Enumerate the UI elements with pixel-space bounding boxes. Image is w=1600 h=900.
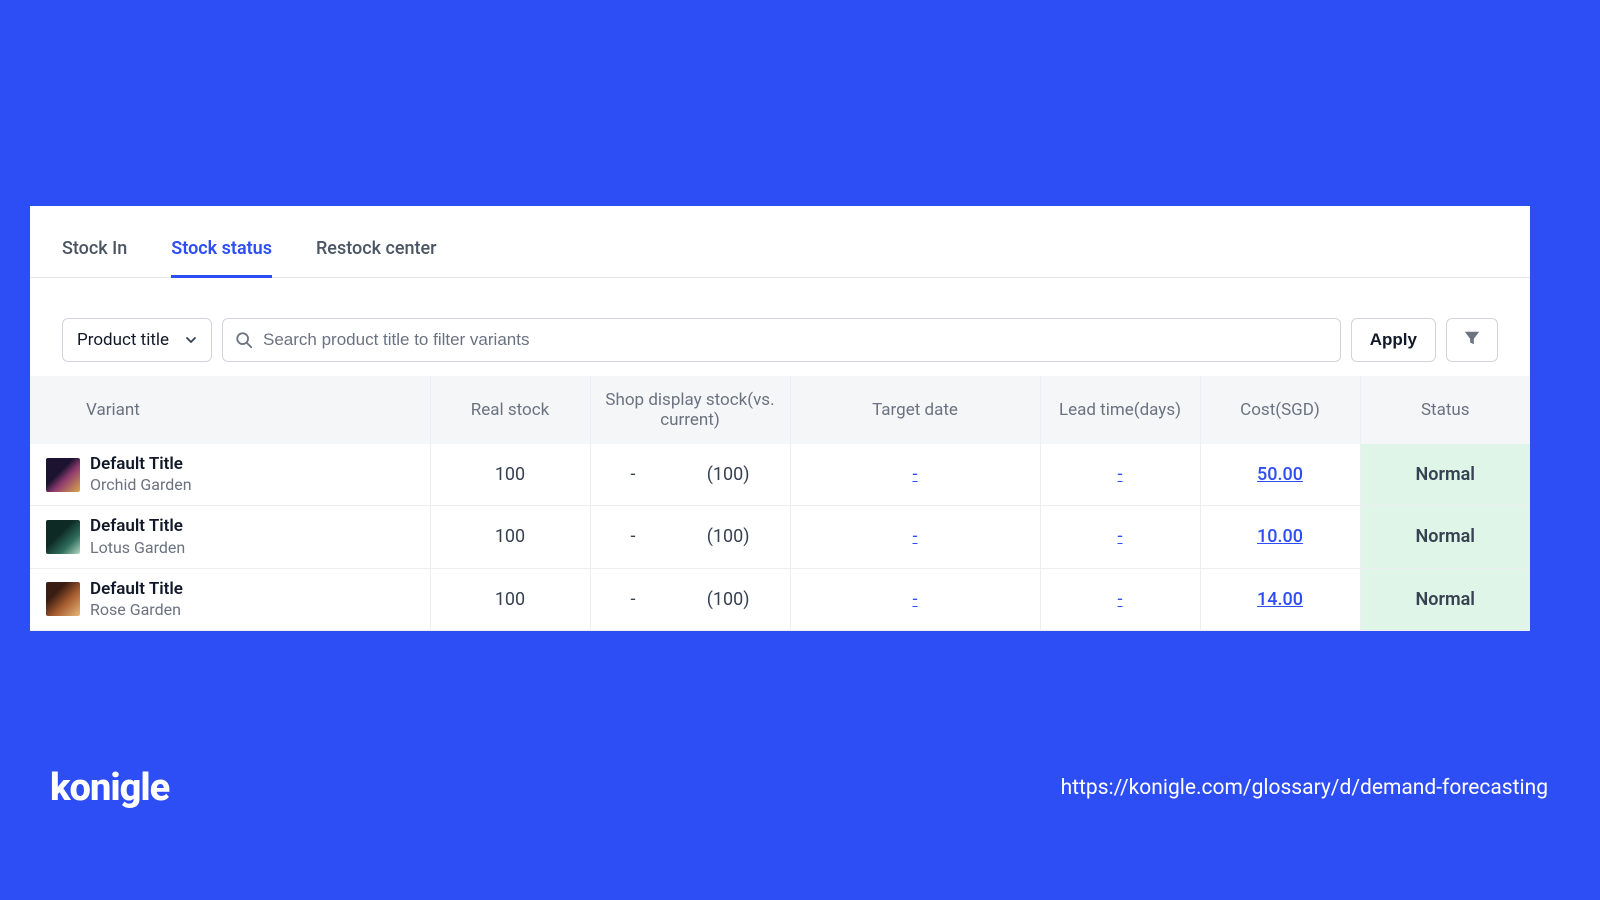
col-lead-time: Lead time(days) (1040, 376, 1200, 444)
tab-stock-in[interactable]: Stock In (62, 230, 127, 278)
variant-title: Default Title (90, 579, 183, 600)
target-date-cell: - (790, 568, 1040, 630)
stock-panel: Stock In Stock status Restock center Pro… (30, 206, 1530, 631)
brand-logo: konigle (50, 766, 169, 810)
display-stock-right: (100) (707, 589, 750, 610)
col-display-stock: Shop display stock(vs. current) (590, 376, 790, 444)
tab-bar: Stock In Stock status Restock center (30, 230, 1530, 278)
variant-cell: Default Title Rose Garden (30, 568, 430, 630)
advanced-filter-button[interactable] (1446, 318, 1498, 362)
filter-field-label: Product title (77, 330, 169, 350)
table-row: Default Title Orchid Garden 100 - (100) … (30, 444, 1530, 506)
display-stock-right: (100) (707, 464, 750, 485)
target-date-link[interactable]: - (913, 526, 918, 547)
variant-cell: Default Title Orchid Garden (30, 444, 430, 506)
stock-table: Variant Real stock Shop display stock(vs… (30, 376, 1530, 631)
real-stock-value: 100 (430, 444, 590, 506)
col-real-stock: Real stock (430, 376, 590, 444)
cost-cell: 14.00 (1200, 568, 1360, 630)
display-stock-cell: - (100) (590, 506, 790, 568)
filter-field-select[interactable]: Product title (62, 318, 212, 362)
variant-cell: Default Title Lotus Garden (30, 506, 430, 568)
display-stock-left: - (631, 464, 636, 485)
col-target-date: Target date (790, 376, 1040, 444)
display-stock-cell: - (100) (590, 444, 790, 506)
real-stock-value: 100 (430, 506, 590, 568)
filter-toolbar: Product title Apply (30, 278, 1530, 376)
lead-time-cell: - (1040, 444, 1200, 506)
variant-subtitle: Lotus Garden (90, 538, 185, 558)
table-row: Default Title Lotus Garden 100 - (100) -… (30, 506, 1530, 568)
variant-title: Default Title (90, 516, 185, 537)
target-date-cell: - (790, 444, 1040, 506)
product-thumbnail (46, 520, 80, 554)
cost-cell: 50.00 (1200, 444, 1360, 506)
display-stock-right: (100) (707, 526, 750, 547)
display-stock-cell: - (100) (590, 568, 790, 630)
status-badge: Normal (1360, 444, 1530, 506)
cost-link[interactable]: 10.00 (1257, 526, 1303, 547)
lead-time-link[interactable]: - (1118, 589, 1123, 610)
status-badge: Normal (1360, 568, 1530, 630)
apply-button[interactable]: Apply (1351, 318, 1436, 362)
variant-subtitle: Orchid Garden (90, 475, 192, 495)
tab-restock-center[interactable]: Restock center (316, 230, 437, 278)
search-input[interactable] (263, 330, 1328, 350)
search-container (222, 318, 1341, 362)
lead-time-cell: - (1040, 506, 1200, 568)
search-icon (235, 331, 253, 349)
status-badge: Normal (1360, 506, 1530, 568)
col-status: Status (1360, 376, 1530, 444)
lead-time-cell: - (1040, 568, 1200, 630)
table-header-row: Variant Real stock Shop display stock(vs… (30, 376, 1530, 444)
col-cost: Cost(SGD) (1200, 376, 1360, 444)
product-thumbnail (46, 458, 80, 492)
product-thumbnail (46, 582, 80, 616)
display-stock-left: - (631, 526, 636, 547)
cost-link[interactable]: 50.00 (1257, 464, 1303, 485)
col-variant: Variant (30, 376, 430, 444)
target-date-link[interactable]: - (913, 589, 918, 610)
table-row: Default Title Rose Garden 100 - (100) - … (30, 568, 1530, 630)
variant-title: Default Title (90, 454, 192, 475)
variant-subtitle: Rose Garden (90, 600, 183, 620)
chevron-down-icon (185, 334, 197, 346)
display-stock-left: - (631, 589, 636, 610)
real-stock-value: 100 (430, 568, 590, 630)
target-date-link[interactable]: - (913, 464, 918, 485)
tab-stock-status[interactable]: Stock status (171, 230, 272, 278)
cost-link[interactable]: 14.00 (1257, 589, 1303, 610)
funnel-icon (1463, 329, 1481, 351)
lead-time-link[interactable]: - (1118, 526, 1123, 547)
target-date-cell: - (790, 506, 1040, 568)
cost-cell: 10.00 (1200, 506, 1360, 568)
source-url: https://konigle.com/glossary/d/demand-fo… (1061, 776, 1548, 800)
lead-time-link[interactable]: - (1118, 464, 1123, 485)
